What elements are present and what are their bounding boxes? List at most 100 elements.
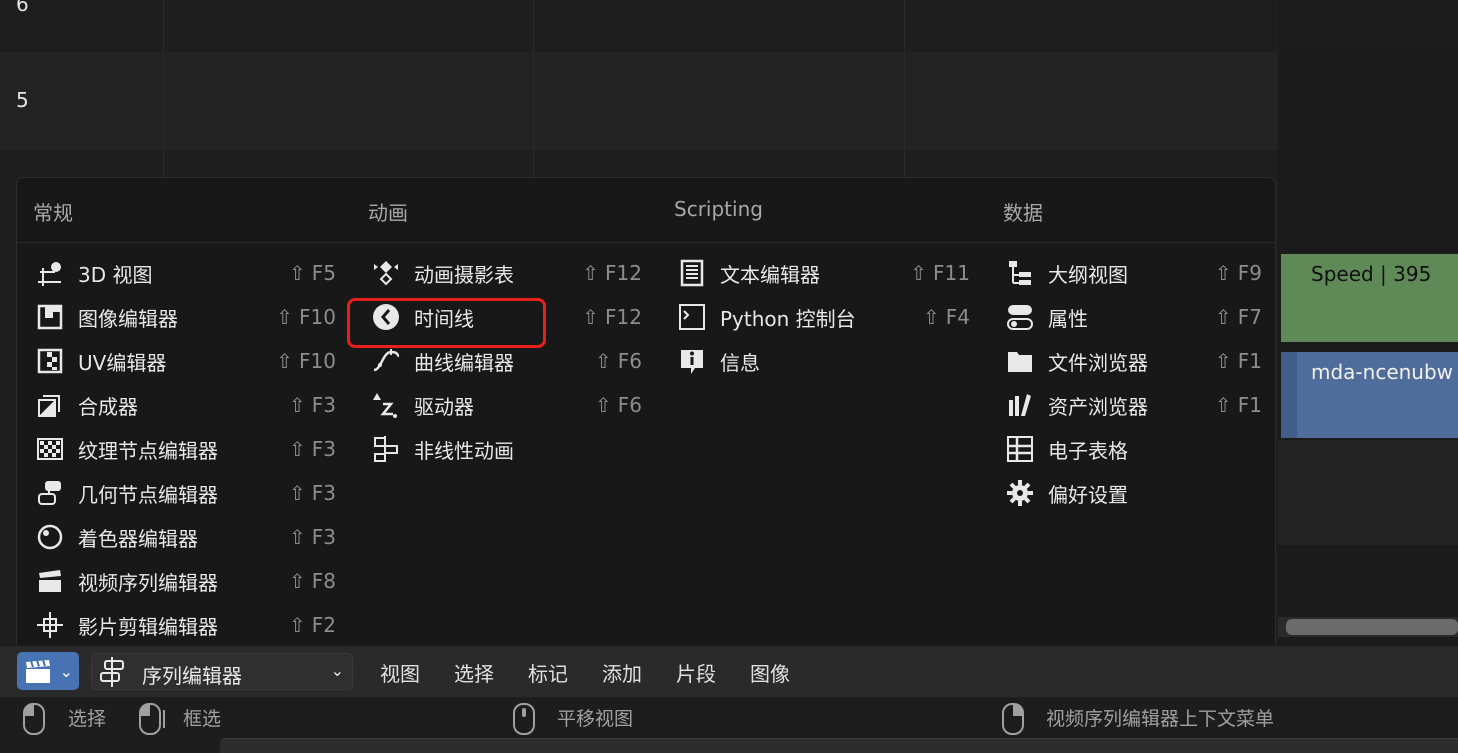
menu-item-label: 3D 视图	[78, 262, 153, 287]
mouse-left-icon	[23, 703, 45, 735]
geometry-node-icon	[34, 477, 66, 509]
chevron-down-icon: ⌄	[330, 661, 344, 680]
3d-view-icon	[34, 257, 66, 289]
preferences-icon	[1004, 477, 1036, 509]
mouse-right-icon	[1002, 703, 1024, 735]
menu-image[interactable]: 图像	[750, 658, 790, 687]
menu-item-compositor[interactable]: 合成器 ⇧ F3	[34, 387, 336, 423]
menu-item-label: 资产浏览器	[1048, 394, 1148, 419]
menu-item-drivers[interactable]: 驱动器 ⇧ F6	[370, 387, 642, 423]
shortcut-hint: ⇧ F11	[910, 261, 970, 285]
sequencer-icon	[26, 659, 50, 683]
drivers-icon	[370, 389, 402, 421]
column-title-data: 数据	[1003, 201, 1043, 225]
menu-item-label: 几何节点编辑器	[78, 482, 218, 507]
channel-number: 5	[16, 88, 29, 112]
column-title-animation: 动画	[368, 201, 408, 225]
menu-item-label: 非线性动画	[414, 438, 514, 463]
menu-item-asset-browser[interactable]: 资产浏览器 ⇧ F1	[1004, 387, 1262, 423]
shortcut-key: F5	[311, 261, 336, 285]
shortcut-key: F12	[605, 305, 642, 329]
menu-item-python-console[interactable]: Python 控制台 ⇧ F4	[676, 299, 970, 335]
menu-item-geometry-node[interactable]: 几何节点编辑器 ⇧ F3	[34, 475, 336, 511]
shortcut-key: F9	[1237, 261, 1262, 285]
menu-select[interactable]: 选择	[454, 658, 494, 687]
channel-band	[0, 52, 1458, 150]
shortcut-key: F3	[311, 481, 336, 505]
menu-item-outliner[interactable]: 大纲视图 ⇧ F9	[1004, 255, 1262, 291]
menu-item-info[interactable]: 信息	[676, 343, 970, 379]
column-title-general: 常规	[33, 201, 73, 225]
movie-strip[interactable]: mda-ncenubw	[1281, 352, 1458, 438]
asset-browser-icon	[1004, 389, 1036, 421]
menu-marker[interactable]: 标记	[528, 658, 568, 687]
menu-item-shader-editor[interactable]: 着色器编辑器 ⇧ F3	[34, 519, 336, 555]
shortcut-hint: ⇧ F3	[289, 481, 336, 505]
shortcut-hint: ⇧ F3	[289, 437, 336, 461]
menu-item-label: 偏好设置	[1048, 482, 1128, 507]
shortcut-hint: ⇧ F4	[923, 305, 970, 329]
menu-add[interactable]: 添加	[602, 658, 642, 687]
shortcut-key: F3	[311, 393, 336, 417]
shift-icon: ⇧	[1215, 393, 1232, 417]
menu-item-label: 信息	[720, 350, 760, 375]
shortcut-key: F3	[311, 437, 336, 461]
menu-item-nla[interactable]: 非线性动画	[370, 431, 642, 467]
menu-item-preferences[interactable]: 偏好设置	[1004, 475, 1262, 511]
menu-strip[interactable]: 片段	[676, 658, 716, 687]
menu-item-label: 动画摄影表	[414, 262, 514, 287]
shortcut-key: F10	[299, 349, 336, 373]
channel-number: 6	[16, 0, 29, 16]
shift-icon: ⇧	[289, 261, 306, 285]
shortcut-hint: ⇧ F8	[289, 569, 336, 593]
info-icon	[676, 345, 708, 377]
python-console-icon	[676, 301, 708, 333]
shortcut-hint: ⇧ F1	[1215, 349, 1262, 373]
status-context-menu: 视频序列编辑器上下文菜单	[1046, 708, 1275, 730]
shader-editor-icon	[34, 521, 66, 553]
menu-item-properties[interactable]: 属性 ⇧ F7	[1004, 299, 1262, 335]
shift-icon: ⇧	[923, 305, 940, 329]
mouse-middle-icon	[513, 703, 535, 735]
menu-item-dopesheet[interactable]: 动画摄影表 ⇧ F12	[370, 255, 642, 291]
menu-item-texture-node[interactable]: 纹理节点编辑器 ⇧ F3	[34, 431, 336, 467]
menu-item-clip-editor[interactable]: 影片剪辑编辑器 ⇧ F2	[34, 607, 336, 643]
menu-item-label: 视频序列编辑器	[78, 570, 218, 595]
shortcut-hint: ⇧ F3	[289, 525, 336, 549]
menu-item-spreadsheet[interactable]: 电子表格	[1004, 431, 1262, 467]
grid-line	[904, 0, 905, 180]
shortcut-hint: ⇧ F3	[289, 393, 336, 417]
menu-item-uv-editor[interactable]: UV编辑器 ⇧ F10	[34, 343, 336, 379]
text-editor-icon	[676, 257, 708, 289]
scrollbar-thumb[interactable]	[1286, 619, 1458, 635]
menu-item-label: 曲线编辑器	[414, 350, 514, 375]
shortcut-key: F3	[311, 525, 336, 549]
shortcut-key: F2	[311, 613, 336, 637]
shortcut-hint: ⇧ F6	[595, 393, 642, 417]
speed-strip[interactable]: Speed | 395	[1281, 254, 1458, 342]
view-type-dropdown[interactable]: 序列编辑器 ⌄	[91, 653, 353, 690]
shortcut-hint: ⇧ F12	[582, 261, 642, 285]
outliner-icon	[1004, 257, 1036, 289]
shift-icon: ⇧	[289, 569, 306, 593]
shortcut-key: F8	[311, 569, 336, 593]
menu-item-sequencer[interactable]: 视频序列编辑器 ⇧ F8	[34, 563, 336, 599]
shift-icon: ⇧	[289, 481, 306, 505]
menu-item-text-editor[interactable]: 文本编辑器 ⇧ F11	[676, 255, 970, 291]
sequencer-icon	[34, 565, 66, 597]
menu-item-3d-view[interactable]: 3D 视图 ⇧ F5	[34, 255, 336, 291]
clip-editor-icon	[34, 609, 66, 641]
editor-type-button[interactable]: ⌄	[17, 652, 79, 690]
menu-view[interactable]: 视图	[380, 658, 420, 687]
menu-item-image-editor[interactable]: 图像编辑器 ⇧ F10	[34, 299, 336, 335]
grid-line	[163, 0, 164, 180]
menu-item-file-browser[interactable]: 文件浏览器 ⇧ F1	[1004, 343, 1262, 379]
shift-icon: ⇧	[1215, 305, 1232, 329]
grid-line	[533, 0, 534, 180]
menu-item-graph-editor[interactable]: 曲线编辑器 ⇧ F6	[370, 343, 642, 379]
shift-icon: ⇧	[289, 437, 306, 461]
menu-item-label: 合成器	[78, 394, 138, 419]
shift-icon: ⇧	[1215, 349, 1232, 373]
shift-icon: ⇧	[582, 305, 600, 329]
shortcut-hint: ⇧ F2	[289, 613, 336, 637]
